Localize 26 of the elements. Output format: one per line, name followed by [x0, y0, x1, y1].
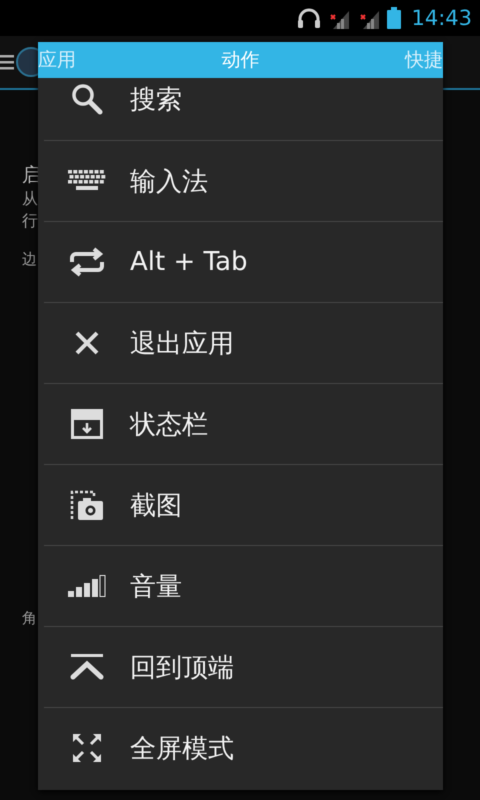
menu-item[interactable]: 退出应用 [44, 302, 443, 383]
menu-item[interactable]: 输入法 [44, 140, 443, 221]
expand-arrows-icon [72, 733, 102, 763]
section-header: 边 [22, 250, 37, 269]
scroll-top-icon [70, 654, 104, 680]
camera-icon [70, 489, 104, 521]
menu-item[interactable]: 回到顶端 [44, 626, 443, 707]
keyboard-icon [68, 170, 106, 192]
headphones-icon [297, 8, 322, 28]
panel-download-icon [71, 409, 103, 439]
menu-item[interactable]: 音量 [44, 545, 443, 626]
clock-time: 14:43 [411, 6, 472, 30]
menu-item[interactable]: 状态栏 [44, 383, 443, 464]
section-header: 角 [22, 609, 37, 628]
volume-bars-icon [68, 575, 106, 597]
setting-summary: 行 [22, 210, 38, 232]
menu-item[interactable]: 搜索 [44, 78, 443, 140]
close-icon [74, 330, 100, 356]
menu-item[interactable]: 全屏模式 [44, 707, 443, 788]
menu-item[interactable]: Alt + Tab [44, 221, 443, 302]
battery-icon [387, 7, 402, 29]
menu-icon[interactable] [0, 54, 14, 70]
setting-summary: 从 [22, 188, 38, 210]
menu-item[interactable]: 截图 [44, 464, 443, 545]
search-icon [70, 82, 104, 116]
swap-arrows-icon [68, 247, 106, 277]
